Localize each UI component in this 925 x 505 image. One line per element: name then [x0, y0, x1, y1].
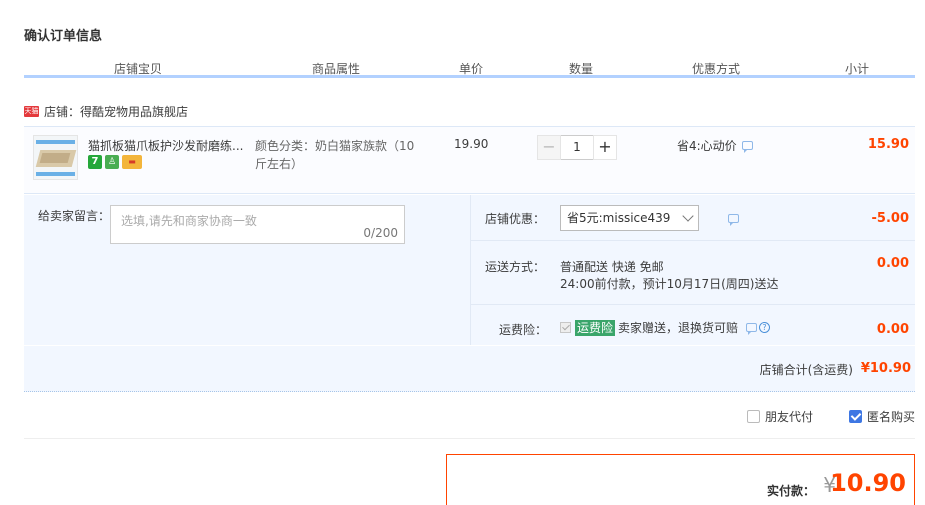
- shop-discount-label: 店铺优惠：: [485, 212, 546, 226]
- unit-price: 19.90: [454, 137, 489, 151]
- page-title: 确认订单信息: [24, 29, 103, 44]
- help-icon[interactable]: ?: [759, 322, 771, 333]
- insurance-text: 卖家赠送，退换货可赔: [618, 321, 739, 335]
- insurance-checkbox: [560, 322, 571, 333]
- insurance-option: 运费险 卖家赠送，退换货可赔 ?: [560, 319, 771, 336]
- shipping-eta: 24:00前付款，预计10月17日(周四)送达: [560, 277, 779, 291]
- shipping-amount: 0.00: [876, 256, 909, 271]
- shop-discount-row: 店铺优惠： 省5元:missice439 -5.00: [471, 195, 915, 241]
- chevron-down-icon: [682, 210, 694, 222]
- discount-info-icon[interactable]: [728, 214, 739, 226]
- divider: [24, 438, 915, 439]
- friend-pay-label[interactable]: 朋友代付: [765, 408, 813, 425]
- credit-card-icon[interactable]: ▬: [122, 155, 142, 169]
- promo-text: 省4:心动价: [677, 139, 737, 153]
- column-header-attr: 商品属性: [312, 62, 361, 76]
- shop-row: 天猫 店铺：得酷宠物用品旗舰店: [24, 103, 188, 119]
- promo-info-icon[interactable]: [741, 141, 753, 153]
- column-header-quantity: 数量: [569, 62, 594, 76]
- quantity-stepper: − 1 +: [537, 135, 617, 160]
- seven-day-return-icon[interactable]: 7: [88, 155, 102, 169]
- order-options-panel: 给卖家留言： 选填,请先和商家协商一致 0/200 店铺优惠： 省5元:miss…: [24, 195, 915, 345]
- pay-amount: 10.90: [830, 469, 906, 497]
- payment-options: 朋友代付 匿名购买: [746, 408, 915, 425]
- insurance-row: 运费险： 运费险 卖家赠送，退换货可赔 ? 0.00: [471, 305, 915, 345]
- insurance-badge: 运费险: [575, 319, 616, 336]
- message-label: 给卖家留言：: [38, 209, 111, 223]
- shop-total-row: 店铺合计(含运费) ¥10.90: [24, 346, 915, 392]
- shop-total-label: 店铺合计(含运费): [759, 363, 853, 377]
- insurance-amount: 0.00: [876, 322, 909, 337]
- service-tags: 7 ♙ ▬: [88, 155, 142, 169]
- shipping-row: 运送方式： 普通配送 快递 免邮 24:00前付款，预计10月17日(周四)送达…: [471, 241, 915, 305]
- pay-label: 实付款：: [766, 484, 815, 498]
- message-char-counter: 0/200: [363, 226, 398, 240]
- column-header-price: 单价: [459, 62, 484, 76]
- insurance-label: 运费险：: [499, 323, 548, 337]
- table-header: 店铺宝贝 商品属性 单价 数量 优惠方式 小计: [24, 58, 915, 78]
- promo-method: 省4:心动价: [677, 137, 753, 154]
- shop-discount-select[interactable]: 省5元:missice439: [560, 205, 699, 231]
- tmall-badge-icon: 天猫: [24, 105, 39, 117]
- order-item-row: 猫抓板猫爪板护沙发耐磨练... 7 ♙ ▬ 颜色分类：奶白猫家族款（10斤左右）…: [24, 126, 915, 194]
- payment-summary: 实付款： ¥ 10.90: [446, 454, 915, 505]
- anonymous-purchase-checkbox[interactable]: [848, 410, 862, 423]
- item-subtotal: 15.90: [867, 137, 909, 152]
- seller-message-field[interactable]: 选填,请先和商家协商一致 0/200: [110, 205, 405, 244]
- increase-quantity-button[interactable]: +: [593, 135, 617, 160]
- column-header-item: 店铺宝贝: [114, 62, 163, 76]
- shipping-method: 普通配送 快递 免邮: [560, 260, 664, 274]
- shop-total-value: ¥10.90: [860, 361, 911, 376]
- shop-name-link[interactable]: 店铺：得酷宠物用品旗舰店: [44, 103, 188, 120]
- service-guarantee-icon[interactable]: ♙: [105, 155, 119, 169]
- column-header-promo: 优惠方式: [692, 62, 741, 76]
- product-attributes: 颜色分类：奶白猫家族款（10斤左右）: [255, 139, 415, 171]
- product-thumbnail[interactable]: [33, 135, 78, 180]
- product-title-link[interactable]: 猫抓板猫爪板护沙发耐磨练...: [88, 137, 243, 154]
- anonymous-purchase-label[interactable]: 匿名购买: [867, 408, 915, 425]
- message-placeholder: 选填,请先和商家协商一致: [121, 214, 257, 228]
- column-header-subtotal: 小计: [845, 62, 870, 76]
- decrease-quantity-button[interactable]: −: [537, 135, 561, 160]
- quantity-input[interactable]: 1: [561, 135, 593, 160]
- shipping-label: 运送方式：: [485, 260, 546, 274]
- insurance-info-icon[interactable]: [746, 323, 758, 335]
- friend-pay-checkbox[interactable]: [746, 410, 760, 423]
- shop-discount-amount: -5.00: [871, 211, 909, 226]
